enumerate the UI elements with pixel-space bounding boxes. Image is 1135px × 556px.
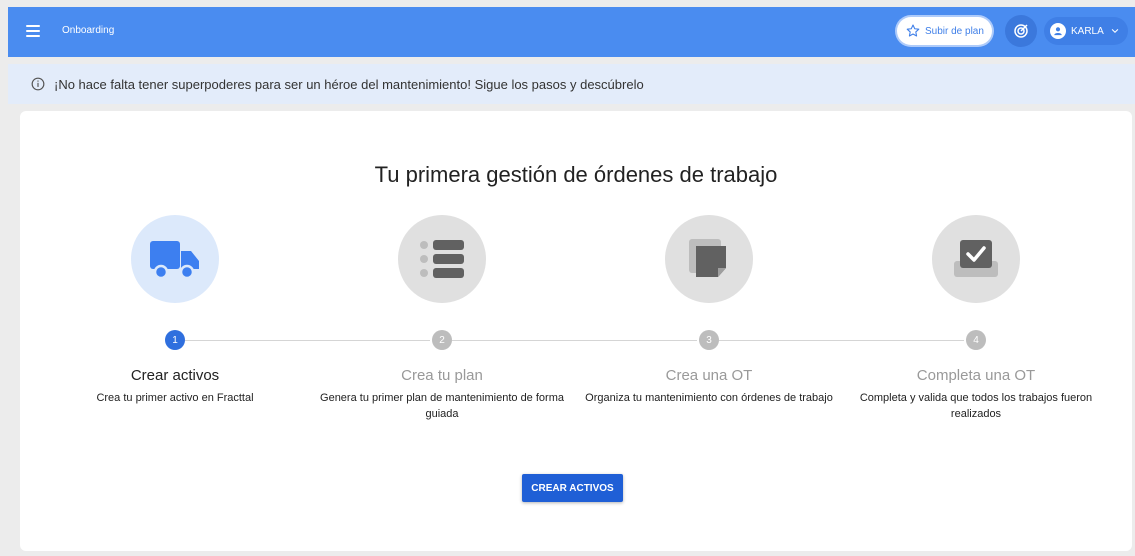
document-stack-icon (689, 239, 726, 277)
step-1-illustration (131, 215, 219, 303)
goals-button[interactable] (1005, 15, 1037, 47)
upgrade-plan-button[interactable]: Subir de plan (897, 17, 992, 45)
step-3-label: Crea una OT (665, 367, 753, 384)
target-icon (1014, 24, 1028, 38)
step-4-illustration (932, 215, 1020, 303)
step-2-description: Genera tu primer plan de mantenimiento d… (320, 392, 564, 420)
stepper-connector (185, 340, 430, 341)
step-3-illustration (665, 215, 753, 303)
step-2-illustration (398, 215, 486, 303)
check-box-icon (954, 240, 998, 277)
step-3-description: Organiza tu mantenimiento con órdenes de… (585, 392, 833, 404)
onboarding-card: Tu primera gestión de órdenes de trabajo (20, 111, 1132, 551)
page-title: Onboarding (62, 25, 115, 36)
user-name: KARLA (1071, 25, 1104, 37)
user-menu-button[interactable]: KARLA (1044, 17, 1128, 45)
onboarding-title: Tu primera gestión de órdenes de trabajo (374, 162, 778, 187)
step-1-label: Crear activos (130, 367, 220, 384)
stepper-connector (719, 340, 964, 341)
step-4-label: Completa una OT (916, 367, 1036, 384)
step-4-description: Completa y valida que todos los trabajos… (859, 392, 1093, 420)
truck-icon (150, 241, 199, 280)
info-icon (31, 77, 45, 91)
step-3-number[interactable]: 3 (699, 330, 719, 350)
list-icon (420, 240, 464, 278)
step-1-number[interactable]: 1 (165, 330, 185, 350)
stepper-connector (452, 340, 697, 341)
create-assets-button[interactable]: CREAR ACTIVOS (522, 474, 623, 502)
step-2-number[interactable]: 2 (432, 330, 452, 350)
star-icon (906, 24, 920, 37)
person-icon (1054, 27, 1062, 36)
step-1-description: Crea tu primer activo en Fracttal (96, 392, 254, 404)
menu-icon[interactable] (26, 25, 40, 37)
avatar (1050, 23, 1066, 39)
info-banner: ¡No hace falta tener superpoderes para s… (8, 64, 1135, 104)
step-2-label: Crea tu plan (401, 367, 483, 384)
step-4-number[interactable]: 4 (966, 330, 986, 350)
chevron-down-icon (1111, 28, 1119, 33)
banner-text: ¡No hace falta tener superpoderes para s… (54, 76, 644, 92)
upgrade-plan-label: Subir de plan (925, 25, 984, 37)
top-app-bar: Onboarding Subir de plan KARLA (8, 7, 1135, 57)
